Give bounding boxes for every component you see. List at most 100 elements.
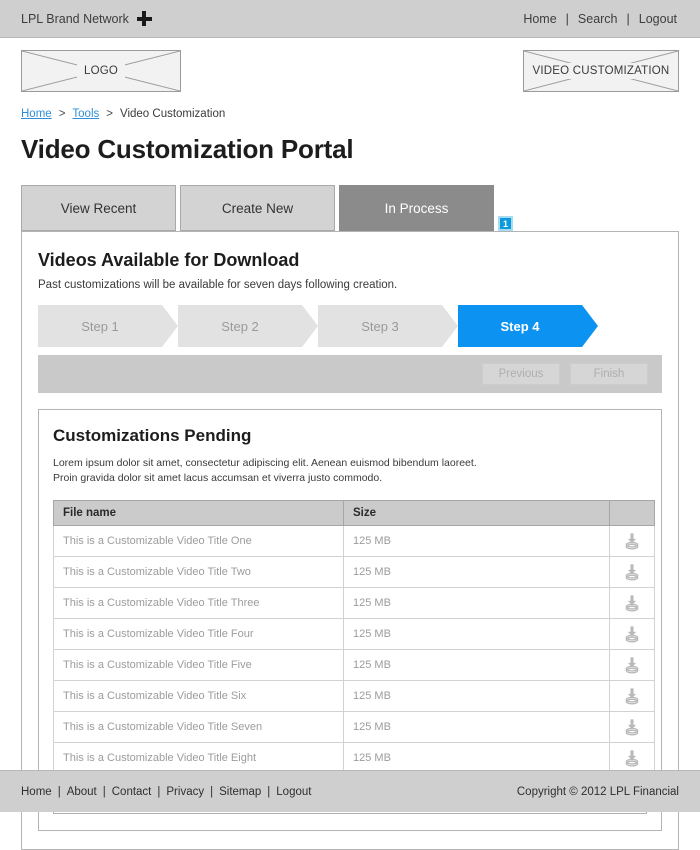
breadcrumb-separator: > — [106, 108, 113, 120]
step-label: Step 3 — [361, 318, 399, 334]
breadcrumb-item-home[interactable]: Home — [21, 108, 52, 120]
step-label: Step 2 — [221, 318, 259, 334]
footer-separator: | — [102, 785, 106, 798]
footer-separator: | — [157, 785, 161, 798]
table-row[interactable]: This is a Customizable Video Title Four 1… — [53, 618, 655, 651]
tab-label: Create New — [221, 200, 294, 216]
table-row[interactable]: This is a Customizable Video Title Seven… — [53, 711, 655, 744]
finish-button-label: Finish — [593, 368, 625, 380]
footer-link-sitemap[interactable]: Sitemap — [219, 786, 261, 798]
column-header-file-name[interactable]: File name — [53, 500, 344, 527]
card-body-line-2: Proin gravida dolor sit amet lacus accum… — [53, 472, 383, 485]
breadcrumb-separator: > — [58, 108, 66, 120]
download-icon[interactable] — [623, 563, 641, 581]
tab-view-recent[interactable]: View Recent — [21, 185, 176, 231]
cell-download[interactable] — [609, 680, 655, 713]
download-icon[interactable] — [623, 594, 641, 612]
logo-label: LOGO — [76, 63, 126, 79]
video-customization-label: VIDEO CUSTOMIZATION — [525, 63, 677, 79]
cell-size: 125 MB — [343, 711, 610, 744]
download-icon[interactable] — [623, 532, 641, 550]
card-body: Lorem ipsum dolor sit amet, consectetur … — [53, 456, 647, 486]
cell-file-name: This is a Customizable Video Title One — [53, 525, 344, 558]
top-nav-logout[interactable]: Logout — [637, 12, 679, 26]
cell-download[interactable] — [609, 618, 655, 651]
cell-file-name: This is a Customizable Video Title Six — [53, 680, 344, 713]
cell-download[interactable] — [609, 649, 655, 682]
table-row[interactable]: This is a Customizable Video Title Three… — [53, 587, 655, 620]
download-icon[interactable] — [623, 656, 641, 674]
footer-link-about[interactable]: About — [67, 786, 97, 798]
top-nav-search[interactable]: Search — [576, 12, 620, 26]
footer-nav: Home | About | Contact | Privacy | Sitem… — [21, 786, 311, 798]
tab-label: In Process — [384, 200, 449, 216]
main-panel: Videos Available for Download Past custo… — [21, 231, 679, 850]
previous-button[interactable]: Previous — [482, 363, 560, 385]
footer-separator: | — [57, 785, 61, 798]
status-badge: 1 — [498, 216, 513, 231]
step-3[interactable]: Step 3 — [318, 305, 458, 347]
cell-file-name: This is a Customizable Video Title Seven — [53, 711, 344, 744]
customizations-pending-card: Customizations Pending Lorem ipsum dolor… — [38, 409, 662, 832]
breadcrumb-item-current: Video Customization — [119, 108, 226, 120]
top-utility-bar: LPL Brand Network Home | Search | Logout — [0, 0, 700, 38]
tab-label: View Recent — [60, 200, 137, 216]
column-header-size[interactable]: Size — [343, 500, 610, 527]
download-icon[interactable] — [623, 625, 641, 643]
finish-button[interactable]: Finish — [570, 363, 648, 385]
brand-label: LPL Brand Network — [21, 11, 129, 26]
files-table-body: This is a Customizable Video Title One 12… — [53, 525, 655, 775]
cell-download[interactable] — [609, 587, 655, 620]
copyright: Copyright © 2012 LPL Financial — [516, 785, 679, 798]
cell-size: 125 MB — [343, 649, 610, 682]
footer-link-privacy[interactable]: Privacy — [166, 786, 204, 798]
tab-create-new[interactable]: Create New — [180, 185, 335, 231]
top-nav: Home | Search | Logout — [521, 12, 679, 26]
cell-file-name: This is a Customizable Video Title Five — [53, 649, 344, 682]
step-2[interactable]: Step 2 — [178, 305, 318, 347]
footer-separator: | — [267, 785, 271, 798]
table-row[interactable]: This is a Customizable Video Title Six 12… — [53, 680, 655, 713]
wizard-action-bar: Previous Finish — [38, 355, 662, 393]
files-table-head: File name Size — [53, 500, 655, 527]
table-row[interactable]: This is a Customizable Video Title Two 12… — [53, 556, 655, 589]
breadcrumb-item-tools[interactable]: Tools — [72, 108, 99, 120]
logo-placeholder: LOGO — [21, 50, 181, 92]
cell-size: 125 MB — [343, 680, 610, 713]
card-body-line-1: Lorem ipsum dolor sit amet, consectetur … — [53, 457, 477, 469]
tab-in-process[interactable]: In Process — [339, 185, 494, 231]
column-header-download — [609, 500, 655, 527]
page-title: Video Customization Portal — [21, 134, 354, 164]
tab-bar: View Recent Create New In Process 1 — [0, 183, 700, 231]
step-1[interactable]: Step 1 — [38, 305, 178, 347]
footer-link-logout[interactable]: Logout — [276, 786, 311, 798]
step-4[interactable]: Step 4 — [458, 305, 598, 347]
download-icon[interactable] — [623, 718, 641, 736]
download-icon[interactable] — [623, 687, 641, 705]
cell-size: 125 MB — [343, 618, 610, 651]
cell-download[interactable] — [609, 525, 655, 558]
previous-button-label: Previous — [498, 368, 544, 380]
plus-icon[interactable] — [136, 11, 152, 26]
table-row[interactable]: This is a Customizable Video Title One 12… — [53, 525, 655, 558]
brand-block: LPL Brand Network — [21, 11, 152, 26]
masthead: LOGO VIDEO CUSTOMIZATION — [0, 38, 700, 104]
cell-download[interactable] — [609, 556, 655, 589]
top-nav-home[interactable]: Home — [521, 12, 558, 26]
cell-size: 125 MB — [343, 525, 610, 558]
cell-file-name: This is a Customizable Video Title Four — [53, 618, 344, 651]
cell-download[interactable] — [609, 711, 655, 744]
footer-link-contact[interactable]: Contact — [112, 786, 152, 798]
cell-file-name: This is a Customizable Video Title Two — [53, 556, 344, 589]
footer-separator: | — [210, 785, 214, 798]
cell-file-name: This is a Customizable Video Title Three — [53, 587, 344, 620]
top-nav-separator: | — [565, 11, 569, 26]
step-label: Step 4 — [500, 318, 540, 334]
top-nav-separator: | — [626, 11, 630, 26]
table-row[interactable]: This is a Customizable Video Title Five 1… — [53, 649, 655, 682]
footer-link-home[interactable]: Home — [21, 786, 52, 798]
cell-size: 125 MB — [343, 587, 610, 620]
download-icon[interactable] — [623, 749, 641, 767]
cell-size: 125 MB — [343, 556, 610, 589]
panel-title: Videos Available for Download — [38, 250, 300, 270]
